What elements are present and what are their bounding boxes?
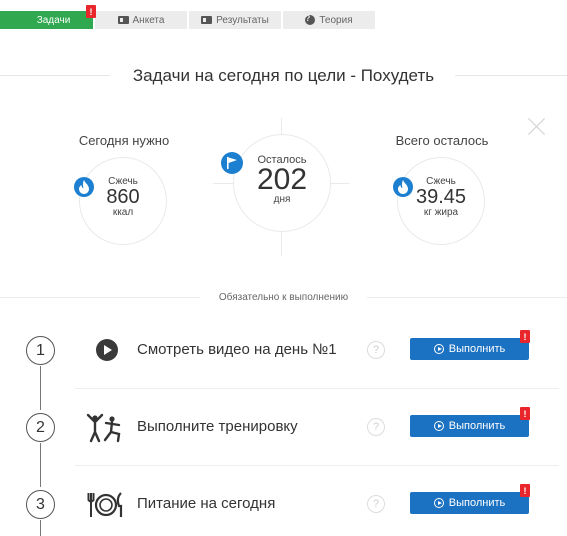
plate-cutlery-icon — [86, 490, 126, 520]
tab-label: Теория — [319, 14, 353, 26]
stat-body: Сжечь 39.45 кг жира — [397, 176, 485, 218]
stat-value: 860 — [106, 186, 140, 208]
tab-questionnaire[interactable]: Анкета — [95, 11, 187, 29]
timeline-connector — [40, 443, 41, 487]
id-card-icon — [117, 16, 129, 24]
complete-button[interactable]: Выполнить — [410, 415, 529, 437]
stat-body: Осталось 202 дня — [233, 154, 331, 205]
step-number: 1 — [26, 336, 55, 365]
play-icon — [96, 339, 118, 361]
tab-theory[interactable]: ? Теория — [283, 11, 375, 29]
tab-results[interactable]: Результаты — [189, 11, 281, 29]
alert-badge: ! — [520, 484, 530, 497]
task-label[interactable]: Питание на сегодня — [137, 495, 275, 512]
stat-unit: кг жира — [423, 207, 459, 218]
close-icon[interactable] — [528, 117, 546, 135]
step-number: 3 — [26, 490, 55, 519]
page-title: Задачи на сегодня по цели - Похудеть — [132, 66, 435, 85]
stat-heading: Сегодня нужно — [78, 133, 170, 148]
divider — [75, 388, 559, 389]
alert-badge: ! — [520, 330, 530, 343]
id-card-icon — [201, 16, 213, 24]
play-circle-icon — [433, 421, 444, 431]
tab-label: Результаты — [216, 14, 269, 26]
stat-unit: дня — [273, 194, 291, 205]
task-label[interactable]: Смотреть видео на день №1 — [137, 341, 337, 358]
play-circle-icon — [433, 498, 444, 508]
grid-icon — [23, 16, 33, 24]
tab-label: Задачи — [36, 14, 71, 26]
divider — [75, 465, 559, 466]
tab-label: Анкета — [132, 14, 165, 26]
stat-body: Сжечь 860 ккал — [79, 176, 167, 218]
help-icon[interactable]: ? — [367, 341, 385, 359]
tab-tasks[interactable]: Задачи — [0, 11, 93, 29]
question-circle-icon: ? — [305, 15, 316, 25]
timeline-connector — [40, 520, 41, 536]
stat-unit: ккал — [112, 207, 134, 218]
alert-badge: ! — [520, 407, 530, 420]
play-circle-icon — [433, 344, 444, 354]
task-label[interactable]: Выполните тренировку — [137, 418, 298, 435]
button-label: Выполнить — [448, 497, 506, 509]
button-label: Выполнить — [448, 420, 506, 432]
alert-badge: ! — [86, 5, 96, 18]
workout-icon — [86, 413, 126, 443]
help-icon[interactable]: ? — [367, 418, 385, 436]
button-label: Выполнить — [448, 343, 506, 355]
timeline-connector — [40, 366, 41, 410]
complete-button[interactable]: Выполнить — [410, 492, 529, 514]
complete-button[interactable]: Выполнить — [410, 338, 529, 360]
step-number: 2 — [26, 413, 55, 442]
stat-heading: Всего осталось — [395, 133, 489, 148]
section-title: Обязательно к выполнению — [218, 292, 349, 303]
stat-value: 39.45 — [415, 186, 467, 208]
stat-value: 202 — [256, 163, 308, 196]
help-icon[interactable]: ? — [367, 495, 385, 513]
